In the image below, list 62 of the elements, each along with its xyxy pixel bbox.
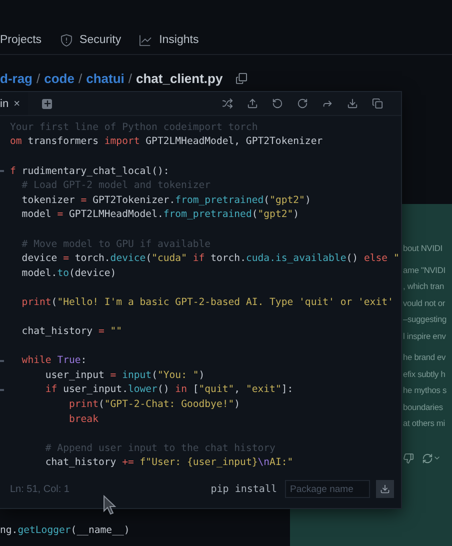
chat-text: he mythos s [403,384,448,397]
thumbs-down-icon[interactable] [403,452,414,464]
chat-text: boundaries [403,400,444,414]
code-line: om transformers import GPT2LMHeadModel, GPT2Tokenizer [10,136,323,148]
code-line: tokenizer = GPT2Tokenizer.from_pretrained("gpt2") [20,194,311,206]
chat-text: l inspire env [403,330,447,343]
nav-link[interactable]: Security [60,34,122,46]
file-name: chat_client.py [136,70,223,86]
chat-text: at others mi [403,417,446,430]
breadcrumb-separator: / [128,70,132,86]
code-line: device = torch.device("cuda" if torch.cuda.is_available() else " [20,253,400,264]
code-line: break [68,414,98,425]
shield-icon [60,34,73,46]
nav-link[interactable]: Insights [139,34,199,46]
code-line: print("GPT-2-Chat: Goodbye!") [68,399,240,410]
fold-icon[interactable] [0,170,4,172]
breadcrumb-separator: / [78,70,82,86]
shuffle-icon[interactable] [222,98,233,109]
download-icon [380,484,390,494]
regenerate-icon[interactable] [422,452,441,464]
breadcrumb-link[interactable]: code [44,70,74,86]
chat-text: vould not or [403,296,446,310]
code-line: if user_input.lower() in ["quit", "exit"]: [44,384,294,396]
copy-icon[interactable] [234,72,248,84]
code-line: f rudimentary_chat_local(): [10,166,170,177]
redo-icon[interactable] [297,98,308,109]
breadcrumb-link[interactable]: chatui [86,70,124,86]
fold-icon[interactable] [0,360,4,362]
add-tab-icon[interactable] [42,98,52,108]
code-line: # Append user input to the chat history [44,442,276,454]
chat-text: , which tran [403,280,446,293]
upload-icon[interactable] [247,98,258,109]
code-line: ng.getLogger(__name__) [0,525,130,536]
breadcrumb-separator: / [36,70,40,86]
breadcrumb-link[interactable]: d-rag [0,70,32,86]
code-line: chat_history += f"User: {user_input}\nAI:" [44,457,294,468]
code-line: model = GPT2LMHeadModel.from_pretrained("gpt2") [20,209,300,220]
code-line: while True: [20,355,87,366]
nav-link[interactable]: Projects [0,34,42,46]
pip-label: pip install [210,484,277,494]
code-line: chat_history = "" [20,326,122,338]
graph-icon [139,34,152,46]
install-button[interactable] [376,480,394,498]
share-icon[interactable] [322,98,333,109]
package-name-field[interactable]: Package name [285,480,370,498]
chat-text: bout NVIDI [403,242,444,255]
copy-icon[interactable] [372,98,383,109]
chat-text: ame "NVIDI [403,264,446,276]
mouse-cursor-icon [103,495,117,515]
code-line: model.to(device) [20,268,116,279]
code-line: Your first line of Python codeimport torch [10,122,258,133]
cursor-position: Ln: 51, Col: 1 [10,484,70,494]
code-line: user_input = input("You: ") [44,370,205,381]
code-line: print("Hello! I'm a basic GPT-2-based AI. Type 'quit' or 'exit' [20,296,394,308]
undo-icon[interactable] [272,98,283,109]
chat-text: efix subtly h [403,368,446,381]
chat-text: –suggesting [403,313,448,326]
chat-text: he brand ev [403,351,447,364]
code-line: # Move model to GPU if available [20,238,211,250]
code-line: # Load GPT-2 model and tokenizer [20,180,211,192]
fold-icon[interactable] [0,388,4,391]
download-icon[interactable] [347,98,358,109]
